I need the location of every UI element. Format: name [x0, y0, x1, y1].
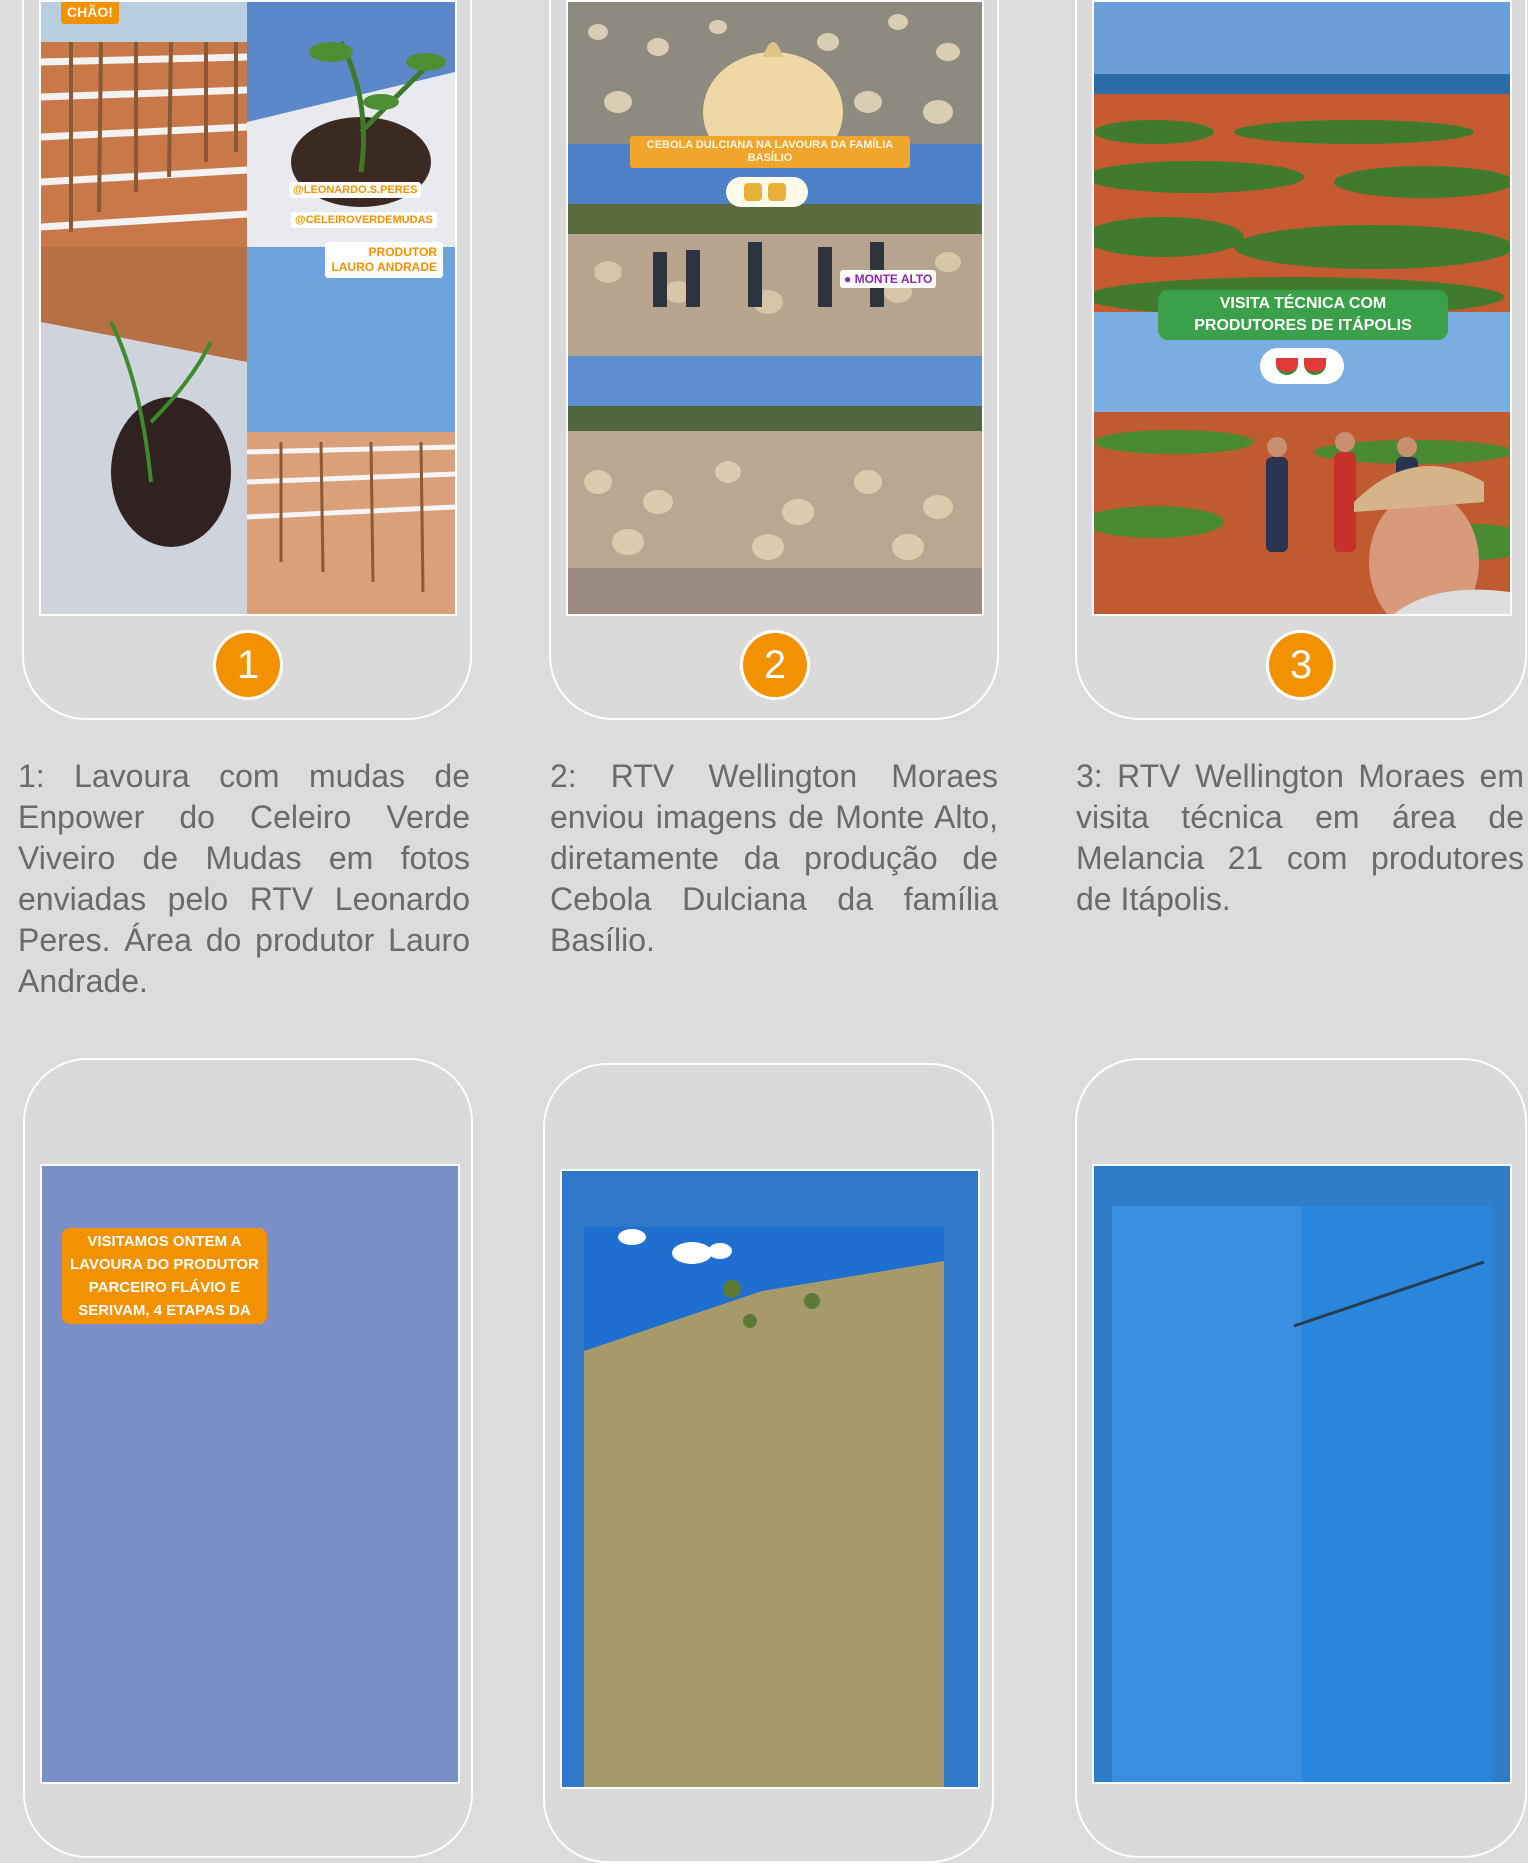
photo-5	[560, 1169, 980, 1789]
photo-collage-1: CHÃO! @LEONARDO.S.PERES @CELEIROVERDEMUD…	[39, 0, 457, 616]
farm-visit-line-1: VISITAMOS ONTEM A	[87, 1233, 242, 1250]
onion-field-collage	[568, 2, 982, 614]
onion-emoji-pill	[726, 177, 808, 207]
photo-collage-3: VISITA TÉCNICA COM PRODUTORES DE ITÁPOLI…	[1092, 0, 1512, 616]
visit-banner: VISITA TÉCNICA COM PRODUTORES DE ITÁPOLI…	[1158, 290, 1448, 340]
corner-tag: CHÃO!	[61, 2, 119, 24]
phone-frame-5	[543, 1063, 994, 1863]
caption-2: 2: RTV Wellington Moraes enviou imagens …	[550, 758, 998, 958]
farm-visit-line-2: LAVOURA DO PRODUTOR	[70, 1256, 259, 1273]
hillside-photo	[584, 1227, 944, 1787]
number-badge-1: 1	[216, 633, 280, 697]
farm-visit-line-3: PARCEIRO FLÁVIO E	[88, 1279, 241, 1296]
visit-banner-line-2: PRODUTORES DE ITÁPOLIS	[1194, 317, 1412, 334]
onion-icon-2	[768, 183, 786, 201]
phone-frame-4: VISITAMOS ONTEM A LAVOURA DO PRODUTOR PA…	[23, 1058, 473, 1858]
visit-banner-line-1: VISITA TÉCNICA COM	[1219, 295, 1387, 312]
photo-collage-2: CEBOLA DULCIANA NA LAVOURA DA FAMÍLIA BA…	[566, 0, 984, 616]
farm-visit-banner: VISITAMOS ONTEM A LAVOURA DO PRODUTOR PA…	[62, 1228, 267, 1324]
photo-6	[1092, 1164, 1512, 1784]
phone-frame-6	[1075, 1058, 1527, 1858]
location-pin-icon: ●	[844, 272, 852, 286]
caption-1: 1: Lavoura com mudas de Enpower do Celei…	[18, 758, 470, 999]
phone-frame-1: CHÃO! @LEONARDO.S.PERES @CELEIROVERDEMUD…	[22, 0, 472, 720]
producer-tag-line-1: PRODUTOR	[368, 245, 437, 259]
photo-4: VISITAMOS ONTEM A LAVOURA DO PRODUTOR PA…	[40, 1164, 460, 1784]
onion-banner: CEBOLA DULCIANA NA LAVOURA DA FAMÍLIA BA…	[630, 136, 910, 168]
handle-tag-1: @LEONARDO.S.PERES	[289, 182, 422, 198]
handle-tag-2: @CELEIROVERDEMUDAS	[291, 212, 437, 228]
number-badge-3: 3	[1269, 633, 1333, 697]
producer-tag-line-2: LAURO ANDRADE	[331, 260, 437, 274]
onion-icon	[744, 183, 762, 201]
location-label: MONTE ALTO	[854, 272, 933, 286]
phone-frame-2: CEBOLA DULCIANA NA LAVOURA DA FAMÍLIA BA…	[549, 0, 999, 720]
producer-tag: PRODUTOR LAURO ANDRADE	[325, 242, 443, 278]
field-collage-1	[41, 2, 455, 614]
number-badge-2: 2	[743, 633, 807, 697]
sky-photo	[1112, 1206, 1492, 1782]
phone-frame-3: VISITA TÉCNICA COM PRODUTORES DE ITÁPOLI…	[1075, 0, 1527, 720]
farm-visit-line-4: SERIVAM, 4 ETAPAS DA	[78, 1302, 251, 1319]
caption-3: 3: RTV Wellington Moraes em visita técni…	[1076, 758, 1524, 917]
watermelon-icon	[1276, 358, 1298, 375]
location-tag: ● MONTE ALTO	[840, 270, 937, 288]
watermelon-emoji-pill	[1260, 348, 1344, 384]
watermelon-icon-2	[1304, 358, 1326, 375]
